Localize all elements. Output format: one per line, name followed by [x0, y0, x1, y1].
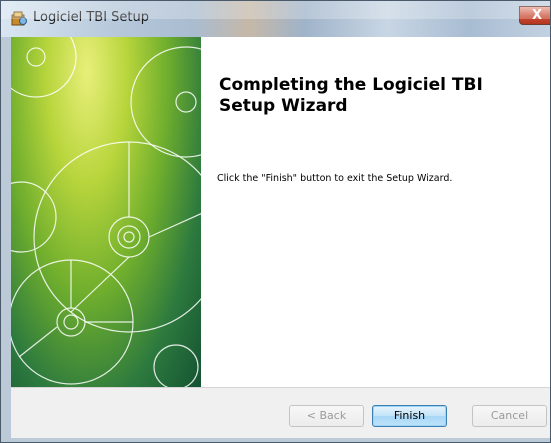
title-bar[interactable]: Logiciel TBI Setup X [1, 1, 550, 37]
cd-discs-banner [11, 37, 201, 387]
window-title: Logiciel TBI Setup [33, 10, 149, 25]
button-bar: < Back Finish Cancel [11, 387, 550, 438]
cd-disc-graphics [11, 37, 201, 387]
close-button[interactable]: X [519, 6, 550, 25]
back-button[interactable]: < Back [289, 405, 364, 427]
setup-window: Logiciel TBI Setup X Completing the Logi… [0, 0, 551, 443]
finish-button[interactable]: Finish [372, 405, 447, 427]
wizard-client-area: Completing the Logiciel TBI Setup Wizard… [11, 37, 550, 438]
installer-icon [11, 11, 27, 26]
wizard-instruction: Click the "Finish" button to exit the Se… [217, 173, 453, 184]
wizard-heading: Completing the Logiciel TBI Setup Wizard [219, 75, 483, 116]
cancel-button[interactable]: Cancel [472, 405, 547, 427]
